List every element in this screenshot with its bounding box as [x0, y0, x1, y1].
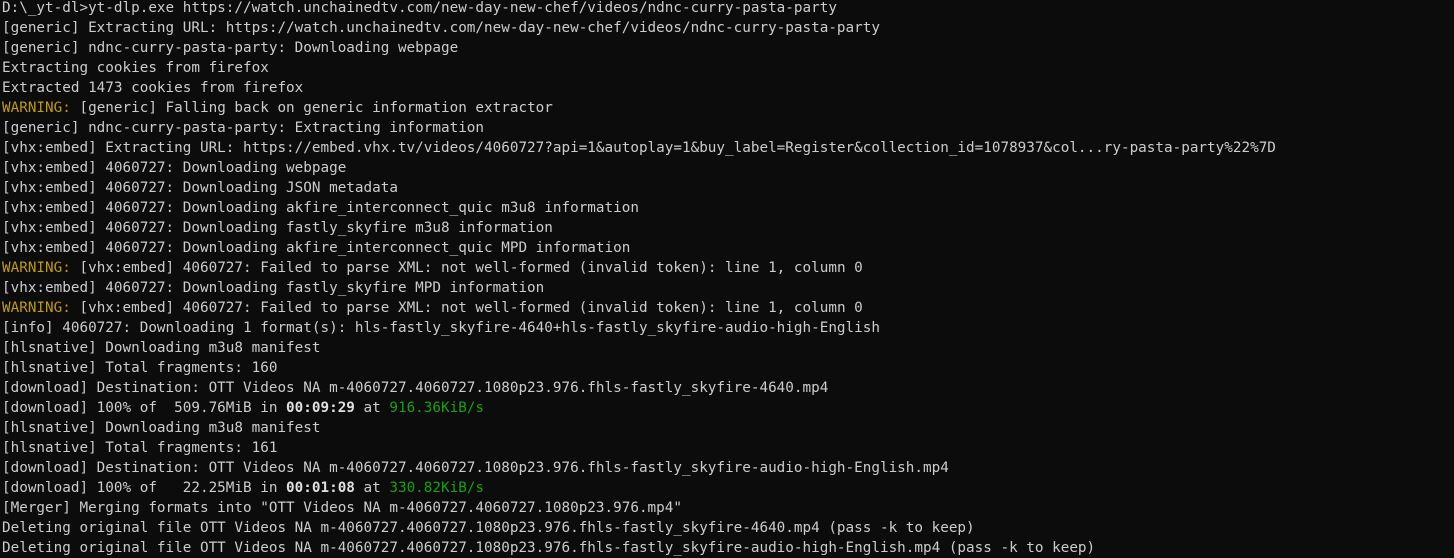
terminal-line: D:\_yt-dl>yt-dlp.exe https://watch.uncha… [2, 0, 1452, 18]
line-text: D:\_yt-dl>yt-dlp.exe https://watch.uncha… [2, 0, 837, 16]
terminal-line: [hlsnative] Downloading m3u8 manifest [2, 418, 1452, 438]
progress-time: 00:01:08 [286, 480, 355, 496]
terminal-line: [vhx:embed] Extracting URL: https://embe… [2, 138, 1452, 158]
warning-prefix: WARNING: [2, 300, 71, 316]
line-text: [vhx:embed] Extracting URL: https://embe… [2, 140, 1276, 156]
progress-mid: at [354, 400, 390, 416]
progress-mid: at [354, 480, 390, 496]
line-text: [download] Destination: OTT Videos NA m-… [2, 460, 949, 476]
terminal-line: [vhx:embed] 4060727: Downloading akfire_… [2, 238, 1452, 258]
line-text: [info] 4060727: Downloading 1 format(s):… [2, 320, 880, 336]
terminal-line: [download] Destination: OTT Videos NA m-… [2, 458, 1452, 478]
line-text: [download] Destination: OTT Videos NA m-… [2, 380, 829, 396]
line-text: [generic] ndnc-curry-pasta-party: Extrac… [2, 120, 485, 136]
terminal-line: [vhx:embed] 4060727: Downloading webpage [2, 158, 1452, 178]
line-text: [hlsnative] Downloading m3u8 manifest [2, 420, 321, 436]
progress-speed: 916.36KiB/s [389, 400, 485, 416]
progress-speed: 330.82KiB/s [389, 480, 485, 496]
terminal-line: Extracted 1473 cookies from firefox [2, 78, 1452, 98]
terminal-line: Deleting original file OTT Videos NA m-4… [2, 518, 1452, 538]
line-text: [generic] Extracting URL: https://watch.… [2, 20, 880, 36]
line-text: [generic] ndnc-curry-pasta-party: Downlo… [2, 40, 459, 56]
progress-head: [download] 100% of 509.76MiB in [2, 400, 287, 416]
download-progress-line: [download] 100% of 22.25MiB in 00:01:08 … [2, 478, 1452, 498]
terminal-line: [hlsnative] Downloading m3u8 manifest [2, 338, 1452, 358]
line-text: [vhx:embed] 4060727: Downloading fastly_… [2, 280, 545, 296]
warning-line: WARNING: [vhx:embed] 4060727: Failed to … [2, 258, 1452, 278]
line-text: [hlsnative] Total fragments: 160 [2, 360, 278, 376]
line-text: [Merger] Merging formats into "OTT Video… [2, 500, 682, 516]
line-text: [vhx:embed] 4060727: Downloading fastly_… [2, 220, 553, 236]
line-text: [vhx:embed] 4060727: Failed to parse XML… [70, 300, 863, 316]
line-text: Deleting original file OTT Videos NA m-4… [2, 520, 975, 536]
line-text: [hlsnative] Downloading m3u8 manifest [2, 340, 321, 356]
line-text: [generic] Falling back on generic inform… [70, 100, 553, 116]
line-text: [vhx:embed] 4060727: Downloading akfire_… [2, 200, 639, 216]
terminal-line: [hlsnative] Total fragments: 161 [2, 438, 1452, 458]
terminal-line: [info] 4060727: Downloading 1 format(s):… [2, 318, 1452, 338]
terminal-line: [vhx:embed] 4060727: Downloading akfire_… [2, 198, 1452, 218]
line-text: Deleting original file OTT Videos NA m-4… [2, 540, 1096, 556]
warning-line: WARNING: [generic] Falling back on gener… [2, 98, 1452, 118]
line-text: [vhx:embed] 4060727: Downloading webpage [2, 160, 347, 176]
terminal-line: [hlsnative] Total fragments: 160 [2, 358, 1452, 378]
terminal-line: [vhx:embed] 4060727: Downloading fastly_… [2, 218, 1452, 238]
line-text: [vhx:embed] 4060727: Downloading akfire_… [2, 240, 631, 256]
terminal-line: [vhx:embed] 4060727: Downloading JSON me… [2, 178, 1452, 198]
terminal-line: [Merger] Merging formats into "OTT Video… [2, 498, 1452, 518]
terminal-output[interactable]: D:\_yt-dl>yt-dlp.exe https://watch.uncha… [2, 0, 1452, 558]
terminal-line: Deleting original file OTT Videos NA m-4… [2, 538, 1452, 558]
warning-prefix: WARNING: [2, 100, 71, 116]
terminal-line: [vhx:embed] 4060727: Downloading fastly_… [2, 278, 1452, 298]
warning-line: WARNING: [vhx:embed] 4060727: Failed to … [2, 298, 1452, 318]
line-text: [vhx:embed] 4060727: Failed to parse XML… [70, 260, 863, 276]
line-text: Extracted 1473 cookies from firefox [2, 80, 304, 96]
terminal-line: [generic] ndnc-curry-pasta-party: Downlo… [2, 38, 1452, 58]
progress-time: 00:09:29 [286, 400, 355, 416]
terminal-line: [generic] Extracting URL: https://watch.… [2, 18, 1452, 38]
warning-prefix: WARNING: [2, 260, 71, 276]
download-progress-line: [download] 100% of 509.76MiB in 00:09:29… [2, 398, 1452, 418]
terminal-line: [generic] ndnc-curry-pasta-party: Extrac… [2, 118, 1452, 138]
progress-head: [download] 100% of 22.25MiB in [2, 480, 287, 496]
line-text: Extracting cookies from firefox [2, 60, 269, 76]
line-text: [vhx:embed] 4060727: Downloading JSON me… [2, 180, 398, 196]
terminal-line: [download] Destination: OTT Videos NA m-… [2, 378, 1452, 398]
terminal-line: Extracting cookies from firefox [2, 58, 1452, 78]
line-text: [hlsnative] Total fragments: 161 [2, 440, 278, 456]
